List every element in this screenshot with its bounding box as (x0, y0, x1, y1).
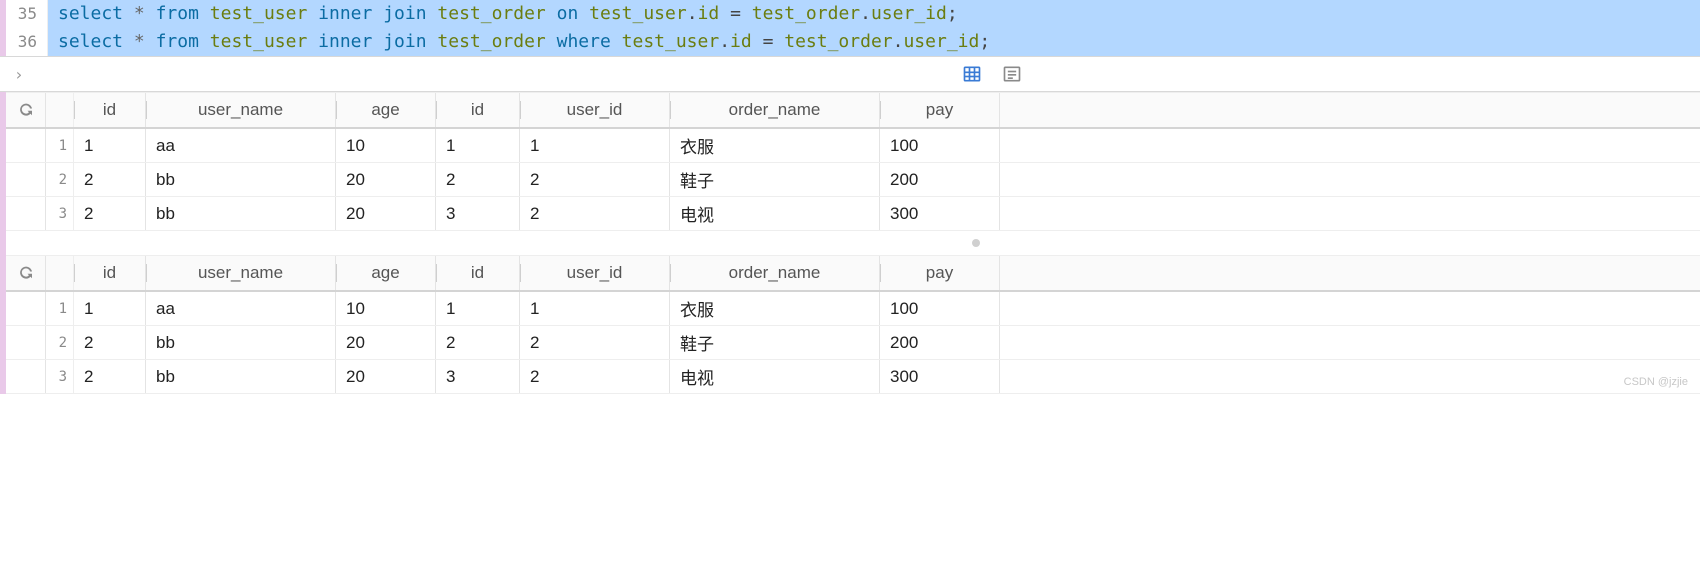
cell-pay[interactable]: 300 (880, 360, 1000, 393)
column-header-id2[interactable]: id (436, 256, 520, 290)
cell-order_name[interactable]: 电视 (670, 197, 880, 230)
cell-id2[interactable]: 3 (436, 197, 520, 230)
column-header-age[interactable]: age (336, 256, 436, 290)
refresh-icon[interactable] (6, 256, 46, 290)
cell-order_name[interactable]: 鞋子 (670, 326, 880, 359)
cell-id[interactable]: 2 (74, 326, 146, 359)
table-row[interactable]: 22bb2022鞋子200 (6, 326, 1700, 360)
grid-header: iduser_nameageiduser_idorder_namepay (6, 256, 1700, 292)
cell-id[interactable]: 1 (74, 129, 146, 162)
cell-id2[interactable]: 2 (436, 163, 520, 196)
watermark: CSDN @jzjie (1624, 376, 1688, 388)
cell-age[interactable]: 10 (336, 129, 436, 162)
column-header-age[interactable]: age (336, 93, 436, 127)
code-content[interactable]: select * from test_user inner join test_… (48, 28, 1700, 56)
text-view-icon[interactable] (998, 60, 1026, 88)
cell-age[interactable]: 20 (336, 197, 436, 230)
cell-user_id[interactable]: 2 (520, 326, 670, 359)
cell-id[interactable]: 1 (74, 292, 146, 325)
row-number: 3 (46, 197, 74, 230)
cell-id2[interactable]: 2 (436, 326, 520, 359)
table-row[interactable]: 32bb2032电视300 (6, 360, 1700, 394)
cell-user_id[interactable]: 2 (520, 360, 670, 393)
result-grid: iduser_nameageiduser_idorder_namepay11aa… (6, 255, 1700, 394)
cell-pay[interactable]: 100 (880, 129, 1000, 162)
refresh-icon[interactable] (6, 93, 46, 127)
table-row[interactable]: 22bb2022鞋子200 (6, 163, 1700, 197)
row-number: 3 (46, 360, 74, 393)
cell-age[interactable]: 20 (336, 326, 436, 359)
cell-user_name[interactable]: aa (146, 292, 336, 325)
cell-id2[interactable]: 1 (436, 292, 520, 325)
column-header-pay[interactable]: pay (880, 256, 1000, 290)
cell-user_name[interactable]: bb (146, 326, 336, 359)
code-content[interactable]: select * from test_user inner join test_… (48, 0, 1700, 28)
cell-age[interactable]: 20 (336, 360, 436, 393)
cell-user_id[interactable]: 1 (520, 292, 670, 325)
row-number: 1 (46, 129, 74, 162)
grid-separator[interactable] (6, 231, 1700, 255)
cell-user_id[interactable]: 2 (520, 163, 670, 196)
cell-pay[interactable]: 300 (880, 197, 1000, 230)
cell-user_id[interactable]: 2 (520, 197, 670, 230)
cell-pay[interactable]: 100 (880, 292, 1000, 325)
cell-id2[interactable]: 1 (436, 129, 520, 162)
column-header-user_id[interactable]: user_id (520, 93, 670, 127)
cell-order_name[interactable]: 衣服 (670, 292, 880, 325)
line-number: 35 (6, 0, 48, 28)
breadcrumb-chevron-icon[interactable]: › (8, 65, 30, 84)
cell-user_name[interactable]: bb (146, 197, 336, 230)
cell-age[interactable]: 10 (336, 292, 436, 325)
column-header-user_id[interactable]: user_id (520, 256, 670, 290)
cell-user_name[interactable]: aa (146, 129, 336, 162)
sql-editor[interactable]: 35select * from test_user inner join tes… (0, 0, 1700, 56)
column-header-pay[interactable]: pay (880, 93, 1000, 127)
column-header-user_name[interactable]: user_name (146, 256, 336, 290)
column-header-id2[interactable]: id (436, 93, 520, 127)
cell-order_name[interactable]: 鞋子 (670, 163, 880, 196)
row-number: 1 (46, 292, 74, 325)
table-row[interactable]: 32bb2032电视300 (6, 197, 1700, 231)
cell-age[interactable]: 20 (336, 163, 436, 196)
column-header-order_name[interactable]: order_name (670, 93, 880, 127)
cell-user_id[interactable]: 1 (520, 129, 670, 162)
result-grid: iduser_nameageiduser_idorder_namepay11aa… (6, 92, 1700, 231)
cell-id[interactable]: 2 (74, 360, 146, 393)
column-header-id[interactable]: id (74, 256, 146, 290)
column-header-user_name[interactable]: user_name (146, 93, 336, 127)
row-number: 2 (46, 163, 74, 196)
cell-pay[interactable]: 200 (880, 326, 1000, 359)
table-view-icon[interactable] (958, 60, 986, 88)
cell-order_name[interactable]: 电视 (670, 360, 880, 393)
editor-line[interactable]: 35select * from test_user inner join tes… (6, 0, 1700, 28)
grid-header: iduser_nameageiduser_idorder_namepay (6, 93, 1700, 129)
line-number: 36 (6, 28, 48, 56)
row-number: 2 (46, 326, 74, 359)
cell-id[interactable]: 2 (74, 197, 146, 230)
table-row[interactable]: 11aa1011衣服100 (6, 292, 1700, 326)
cell-order_name[interactable]: 衣服 (670, 129, 880, 162)
output-toolbar: › (0, 56, 1700, 92)
column-header-order_name[interactable]: order_name (670, 256, 880, 290)
table-row[interactable]: 11aa1011衣服100 (6, 129, 1700, 163)
cell-pay[interactable]: 200 (880, 163, 1000, 196)
cell-user_name[interactable]: bb (146, 163, 336, 196)
cell-id[interactable]: 2 (74, 163, 146, 196)
cell-user_name[interactable]: bb (146, 360, 336, 393)
column-header-id[interactable]: id (74, 93, 146, 127)
cell-id2[interactable]: 3 (436, 360, 520, 393)
editor-line[interactable]: 36select * from test_user inner join tes… (6, 28, 1700, 56)
